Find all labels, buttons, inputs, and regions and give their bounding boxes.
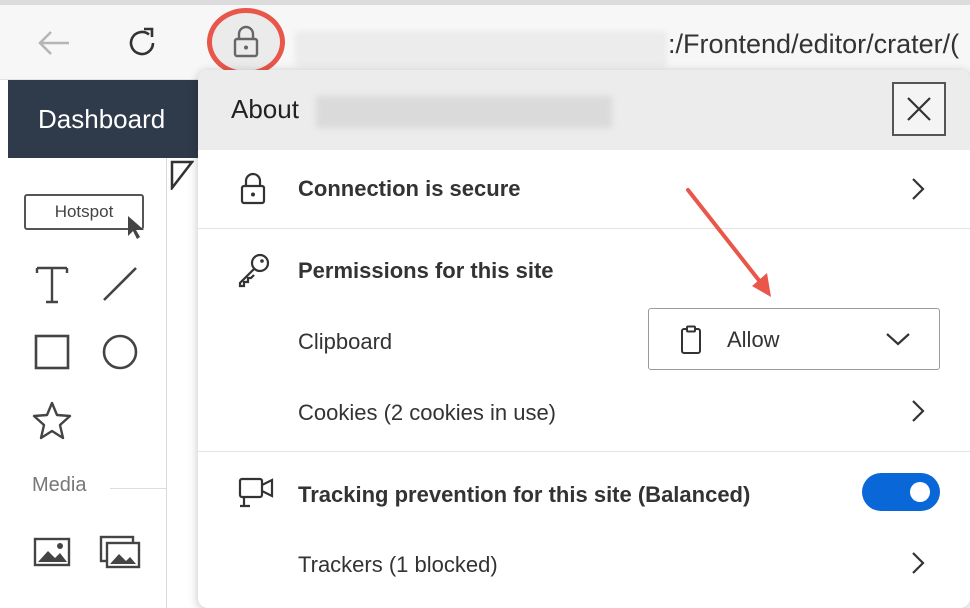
image-icon: [33, 537, 71, 567]
reload-icon: [129, 27, 155, 56]
hotspot-label: Hotspot: [54, 202, 114, 221]
text-icon: [35, 266, 69, 304]
divider: [198, 451, 970, 452]
connection-row[interactable]: Connection is secure: [198, 150, 970, 228]
star-tool[interactable]: [30, 398, 74, 442]
toggle-knob: [910, 482, 930, 502]
panel-corner-icon: [170, 160, 194, 190]
line-tool[interactable]: [98, 262, 142, 306]
gallery-tool[interactable]: [98, 530, 142, 574]
cookies-row[interactable]: Cookies (2 cookies in use): [198, 376, 970, 448]
trackers-row[interactable]: Trackers (1 blocked): [198, 528, 970, 598]
key-icon: [238, 253, 270, 288]
chevron-right-icon: [912, 552, 925, 574]
chevron-down-icon: [886, 333, 910, 346]
url-blurred-area[interactable]: [295, 31, 667, 67]
circle-tool[interactable]: [98, 330, 142, 374]
clipboard-icon: [681, 325, 701, 354]
browser-toolbar: :/Frontend/editor/crater/(: [0, 5, 970, 80]
text-tool[interactable]: [30, 262, 74, 306]
media-divider: [110, 488, 166, 489]
gallery-icon: [99, 535, 141, 569]
dashboard-link[interactable]: Dashboard: [8, 80, 198, 158]
dashboard-label: Dashboard: [38, 103, 166, 134]
address-bar-text[interactable]: :/Frontend/editor/crater/(: [668, 29, 959, 60]
chevron-right-icon: [912, 400, 925, 422]
popup-header: About: [198, 70, 970, 150]
lock-icon: [240, 172, 266, 205]
clipboard-value: Allow: [727, 327, 780, 352]
divider: [198, 228, 970, 229]
media-section-label: Media: [32, 474, 87, 496]
site-info-popup: About Connection is secure Permissions f…: [198, 70, 970, 608]
tracking-camera-icon: [238, 477, 274, 508]
tracking-prevention-toggle[interactable]: [862, 473, 940, 511]
lock-icon: [233, 25, 259, 58]
circle-icon: [102, 334, 138, 370]
close-icon: [907, 97, 931, 121]
permissions-heading: Permissions for this site: [298, 258, 554, 283]
cookies-label: Cookies (2 cookies in use): [298, 400, 557, 425]
about-label: About: [231, 94, 299, 124]
image-tool[interactable]: [30, 530, 74, 574]
reload-button[interactable]: [122, 23, 162, 63]
clipboard-label: Clipboard: [298, 329, 393, 354]
connection-label: Connection is secure: [298, 176, 521, 201]
trackers-label: Trackers (1 blocked): [298, 552, 498, 577]
tracking-label: Tracking prevention for this site (Balan…: [298, 482, 751, 507]
rectangle-icon: [34, 334, 70, 370]
line-icon: [103, 267, 137, 301]
close-button[interactable]: [892, 82, 946, 136]
cursor-icon: [128, 216, 144, 239]
site-domain-blurred: [316, 96, 612, 128]
clipboard-permission-select[interactable]: Allow: [648, 308, 940, 370]
star-icon: [32, 401, 72, 440]
chevron-right-icon: [912, 178, 925, 200]
site-info-lock-button[interactable]: [207, 8, 285, 76]
back-arrow-icon: [38, 31, 69, 55]
rectangle-tool[interactable]: [30, 330, 74, 374]
back-button[interactable]: [34, 23, 74, 63]
tools-panel: Hotspot Media: [8, 158, 167, 608]
